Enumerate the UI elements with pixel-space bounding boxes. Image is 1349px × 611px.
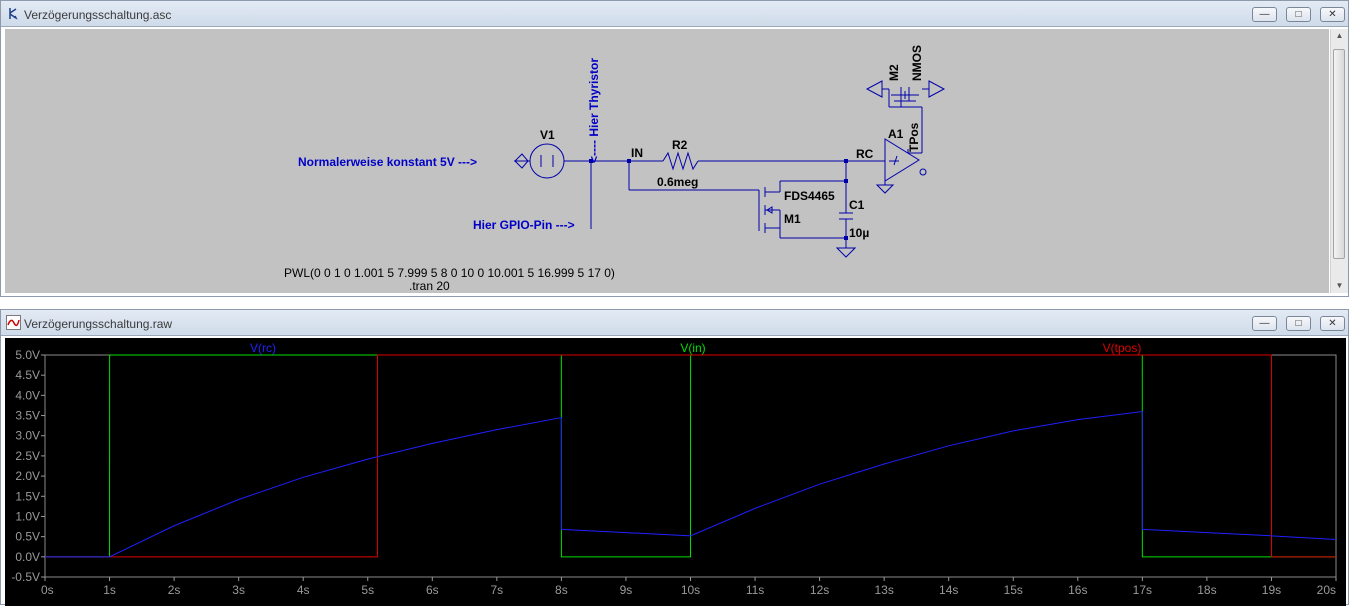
x-tick-label: 8s [555,583,568,597]
maximize-icon: □ [1295,9,1302,20]
y-tick-label: 2.5V [15,449,40,463]
x-tick-label: 1s [103,583,116,597]
x-tick-label: 17s [1133,583,1152,597]
x-tick-label: 15s [1004,583,1023,597]
scroll-down-icon[interactable]: ▼ [1331,281,1348,290]
schematic-window: Verzögerungsschaltung.asc — □ ✕ V1 Norma… [0,0,1349,297]
nmos-label: NMOS [910,45,924,81]
m1-model: FDS4465 [784,189,835,203]
x-tick-label: 11s [746,583,764,597]
y-tick-label: 1.5V [15,489,40,503]
y-tick-label: 0.0V [15,550,40,564]
x-tick-label: 6s [426,583,439,597]
plot-maximize-button[interactable]: □ [1286,316,1311,331]
plot-window: Verzögerungsschaltung.raw — □ ✕ 5.0V 4.5V… [0,309,1349,606]
rc-net-label: RC [856,147,874,161]
legend-entry-vtpos: V(tpos) [1103,341,1142,355]
v1-source-symbol [529,143,565,179]
x-tick-label: 18s [1197,583,1216,597]
x-tick-label: 19s [1262,583,1281,597]
x-tick-label: 20s [1317,583,1336,597]
minimize-button[interactable]: — [1252,7,1277,22]
minimize-icon: — [1259,318,1270,329]
scroll-up-icon[interactable]: ▲ [1331,31,1348,40]
y-tick-label: 4.0V [15,388,40,402]
pwl-directive: PWL(0 0 1 0 1.001 5 7.999 5 8 0 10 0 10.… [284,266,615,280]
x-tick-label: 4s [297,583,310,597]
tran-directive: .tran 20 [409,279,450,293]
y-tick-label: 3.0V [15,429,40,443]
x-tick-label: 14s [939,583,958,597]
waveform-chart: 5.0V 4.5V 4.0V 3.5V 3.0V 2.5V 2.0V 1.5V 1.0V 0.5V… [11,341,1337,597]
x-tick-label: 5s [361,583,374,597]
schematic-drawing: V1 Normalerweise konstant 5V ---> Hier G… [284,45,946,293]
x-tick-label: 7s [491,583,504,597]
close-button[interactable]: ✕ [1320,7,1345,22]
plot-titlebar[interactable]: Verzögerungsschaltung.raw — □ ✕ [1,310,1348,336]
r2-label: R2 [672,138,688,152]
in-net-label: IN [631,146,643,160]
waveform-app-icon [6,315,21,330]
x-tick-label: 0s [41,583,54,597]
schematic-vertical-scrollbar[interactable]: ▲ ▼ [1330,29,1348,293]
y-tick-label: 1.0V [15,509,40,523]
minimize-icon: — [1259,9,1270,20]
y-tick-label: 0.5V [15,530,40,544]
close-icon: ✕ [1328,318,1337,329]
x-tick-label: 12s [810,583,829,597]
schematic-app-icon [9,8,18,20]
y-tick-label: 3.5V [15,409,40,423]
close-icon: ✕ [1328,9,1337,20]
x-tick-label: 9s [620,583,633,597]
legend-entry-vin: V(in) [680,341,705,355]
normal-5v-note: Normalerweise konstant 5V ---> [298,155,477,169]
schematic-window-title: Verzögerungsschaltung.asc [24,8,172,22]
x-tick-label: 10s [681,583,700,597]
x-tick-label: 16s [1068,583,1087,597]
scroll-thumb[interactable] [1333,49,1345,259]
gpio-note: Hier GPIO-Pin ---> [473,218,575,232]
plot-close-button[interactable]: ✕ [1320,316,1345,331]
v1-label: V1 [540,128,555,142]
waveform-plot[interactable]: 5.0V 4.5V 4.0V 3.5V 3.0V 2.5V 2.0V 1.5V 1.0V 0.5V… [5,338,1346,606]
r2-value: 0.6meg [657,175,698,189]
y-tick-label: 5.0V [15,348,40,362]
x-tick-label: 3s [232,583,245,597]
y-tick-label: 2.0V [15,469,40,483]
schematic-canvas[interactable]: V1 Normalerweise konstant 5V ---> Hier G… [5,29,1329,293]
c1-label: C1 [849,198,865,212]
x-tick-label: 13s [874,583,893,597]
y-tick-label: -0.5V [11,570,40,584]
maximize-button[interactable]: □ [1286,7,1311,22]
c1-value: 10µ [849,226,869,240]
plot-window-title: Verzögerungsschaltung.raw [24,317,173,331]
a1-label: A1 [888,127,904,141]
plot-minimize-button[interactable]: — [1252,316,1277,331]
legend-entry-vrc: V(rc) [250,341,276,355]
m2-label: M2 [887,64,901,81]
thyristor-note: <---- Hier Thyristor [587,58,601,163]
m1-label: M1 [784,212,801,226]
y-tick-label: 4.5V [15,368,40,382]
x-tick-label: 2s [168,583,181,597]
maximize-icon: □ [1295,318,1302,329]
tpos-net-label: TPos [907,122,921,152]
schematic-titlebar[interactable]: Verzögerungsschaltung.asc — □ ✕ [1,1,1348,27]
